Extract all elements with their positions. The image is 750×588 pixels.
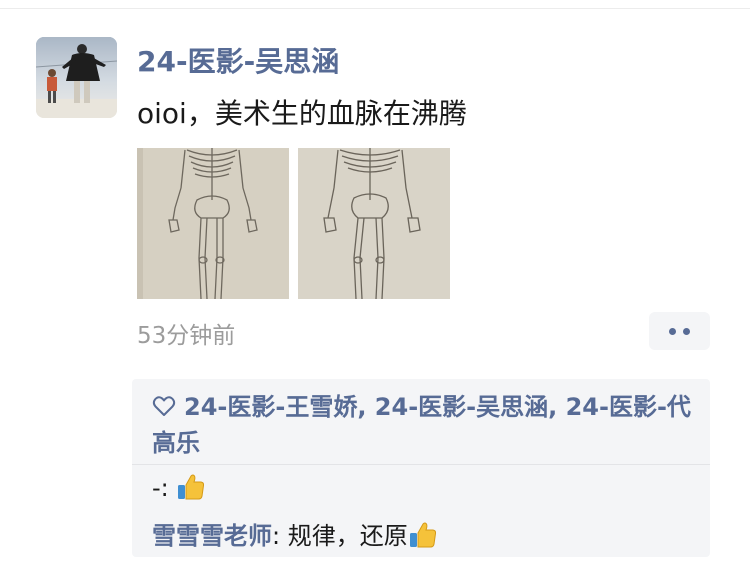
thumbs-up-icon (178, 474, 205, 500)
comment-separator: : (160, 474, 177, 502)
likes-divider (132, 464, 710, 465)
comment-separator: : (272, 522, 288, 550)
skeleton-drawing-photo (298, 148, 450, 299)
heart-icon (152, 396, 176, 416)
comment-commenter[interactable]: 雪雪雪老师 (152, 522, 272, 550)
avatar-image (36, 37, 117, 118)
post-photo-2[interactable] (298, 148, 450, 299)
post-timestamp: 53分钟前 (137, 323, 236, 349)
author-name[interactable]: 24-医影-吴思涵 (137, 40, 339, 80)
comment-commenter[interactable]: - (152, 474, 161, 502)
skeleton-drawing-photo (137, 148, 289, 299)
more-options-button[interactable] (649, 312, 710, 350)
comment-text: 规律，还原 (287, 522, 408, 550)
thumbs-up-icon (409, 522, 436, 548)
interaction-panel: 24-医影-王雪娇, 24-医影-吴思涵, 24-医影-代高乐 -: 雪雪雪老师… (132, 379, 710, 557)
post-text: oioi，美术生的血脉在沸腾 (137, 97, 467, 130)
likes-names[interactable]: 24-医影-王雪娇, 24-医影-吴思涵, 24-医影-代高乐 (152, 393, 691, 457)
likes-row: 24-医影-王雪娇, 24-医影-吴思涵, 24-医影-代高乐 (152, 389, 702, 461)
more-dot-icon (669, 327, 676, 335)
comment-item[interactable]: 雪雪雪老师: 规律，还原 (152, 516, 438, 551)
avatar[interactable] (36, 37, 117, 118)
post-photo-1[interactable] (137, 148, 289, 299)
more-dot-icon (683, 327, 690, 335)
comment-item[interactable]: -: (152, 472, 206, 502)
top-separator (0, 8, 750, 9)
